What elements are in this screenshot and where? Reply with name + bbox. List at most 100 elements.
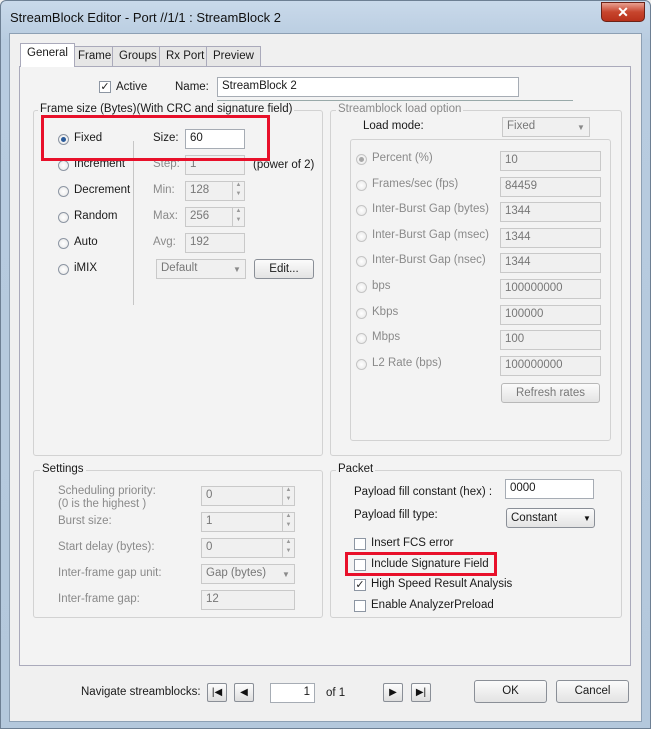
load-rate-label: Inter-Burst Gap (nsec)	[372, 254, 486, 267]
load-rate-label: Inter-Burst Gap (bytes)	[372, 203, 489, 216]
load-rate-value[interactable]: 10	[500, 151, 601, 171]
load-rate-radio[interactable]	[356, 358, 367, 370]
load-rate-value[interactable]: 100000	[500, 304, 601, 325]
title-bar[interactable]: StreamBlock Editor - Port //1/1 : Stream…	[1, 1, 650, 33]
load-rate-value[interactable]: 100	[500, 330, 601, 351]
previous-streamblock-button[interactable]: ◀	[234, 683, 254, 702]
priority-label: Scheduling priority:	[58, 485, 156, 497]
fill-type-dropdown-icon: ▼	[583, 514, 591, 523]
analyzer-preload-checkbox[interactable]	[354, 600, 366, 612]
load-rate-label: Frames/sec (fps)	[372, 177, 459, 190]
fill-type-select[interactable]: Constant	[506, 508, 595, 528]
load-rate-radio[interactable]	[356, 282, 367, 293]
insert-fcs-error-checkbox[interactable]	[354, 538, 366, 550]
min-spinner[interactable]: ▲ ▼	[232, 181, 244, 201]
load-rate-radio[interactable]	[356, 230, 367, 242]
fixed-size-highlight	[41, 115, 270, 161]
burst-size-spinner[interactable]: ▲ ▼	[282, 512, 294, 532]
fill-type-label: Payload fill type:	[354, 509, 438, 521]
ok-button[interactable]: OK	[474, 680, 547, 703]
load-rate-radio[interactable]	[356, 154, 367, 165]
high-speed-analysis-label: High Speed Result Analysis	[371, 578, 513, 590]
header-divider	[217, 100, 573, 101]
load-rate-label: Inter-Burst Gap (msec)	[372, 228, 489, 241]
cancel-button[interactable]: Cancel	[556, 680, 629, 703]
load-rate-label: Kbps	[372, 305, 399, 318]
streamblock-index-input[interactable]: 1	[270, 683, 315, 703]
random-radio[interactable]	[58, 212, 69, 223]
imix-dropdown-icon: ▼	[233, 265, 241, 274]
min-label: Min:	[153, 184, 175, 196]
inter-frame-gap-label: Inter-frame gap:	[58, 593, 140, 605]
tab-rx-port[interactable]: Rx Port	[159, 46, 212, 66]
decrement-radio[interactable]	[58, 186, 69, 197]
start-delay-spinner[interactable]: ▲ ▼	[282, 538, 294, 558]
load-rate-value[interactable]: 1344	[500, 227, 601, 248]
priority-spinner[interactable]: ▲ ▼	[282, 486, 294, 506]
load-rate-value[interactable]: 1344	[500, 202, 601, 223]
avg-label: Avg:	[153, 236, 176, 248]
gap-unit-dropdown-icon: ▼	[282, 570, 290, 579]
tab-preview[interactable]: Preview	[206, 46, 261, 66]
max-spinner[interactable]: ▲ ▼	[232, 207, 244, 227]
gap-unit-select[interactable]: Gap (bytes)	[201, 564, 295, 584]
load-rate-value[interactable]: 1344	[500, 253, 601, 274]
imix-edit-button[interactable]: Edit...	[254, 259, 314, 279]
packet-title: Packet	[336, 463, 376, 475]
name-input[interactable]: StreamBlock 2	[217, 77, 519, 97]
load-rate-radio[interactable]	[356, 307, 367, 319]
load-rate-value[interactable]: 100000000	[500, 355, 601, 376]
analyzer-preload-label: Enable AnalyzerPreload	[371, 599, 494, 611]
load-rate-label: Percent (%)	[372, 152, 433, 164]
dialog-body: General Frame Groups Rx Port Preview ✓ A…	[9, 33, 642, 722]
fill-constant-label: Payload fill constant (hex) :	[354, 486, 493, 498]
auto-radio[interactable]	[58, 238, 69, 249]
high-speed-analysis-checkbox[interactable]: ✓	[354, 579, 366, 591]
tab-groups[interactable]: Groups	[112, 46, 164, 66]
general-tab-panel: ✓ Active Name: StreamBlock 2 Frame size …	[19, 66, 631, 666]
burst-size-label: Burst size:	[58, 515, 112, 527]
priority-input[interactable]: 0	[201, 486, 295, 506]
gap-unit-label: Inter-frame gap unit:	[58, 567, 162, 579]
active-label: Active	[116, 81, 148, 93]
load-rate-radio[interactable]	[356, 179, 367, 191]
load-mode-label: Load mode:	[363, 120, 424, 132]
signature-field-highlight	[345, 552, 497, 576]
load-option-title: Streamblock load option	[336, 103, 464, 115]
first-streamblock-button[interactable]: |◀	[207, 683, 227, 702]
last-streamblock-button[interactable]: ▶|	[411, 683, 431, 702]
fill-constant-input[interactable]: 0000	[505, 479, 594, 499]
inter-frame-gap-input[interactable]: 12	[201, 590, 295, 610]
navigate-label: Navigate streamblocks:	[81, 686, 201, 698]
tab-general[interactable]: General	[20, 43, 75, 67]
streamblock-editor-window: StreamBlock Editor - Port //1/1 : Stream…	[0, 0, 651, 729]
increment-radio[interactable]	[58, 160, 69, 171]
imix-radio[interactable]	[58, 264, 69, 275]
next-streamblock-button[interactable]: ▶	[383, 683, 403, 702]
burst-size-input[interactable]: 1	[201, 512, 295, 532]
window-title: StreamBlock Editor - Port //1/1 : Stream…	[10, 10, 281, 25]
load-rate-label: Mbps	[372, 331, 401, 344]
load-mode-dropdown-icon: ▼	[577, 123, 585, 132]
random-label: Random	[74, 210, 118, 222]
insert-fcs-error-label: Insert FCS error	[371, 537, 454, 549]
priority-hint: (0 is the highest )	[58, 498, 147, 510]
refresh-rates-button[interactable]: Refresh rates	[501, 383, 600, 403]
max-label: Max:	[153, 210, 178, 222]
settings-title: Settings	[40, 463, 86, 475]
load-rate-label: L2 Rate (bps)	[372, 356, 442, 369]
frame-size-title: Frame size (Bytes)(With CRC and signatur…	[38, 103, 295, 115]
close-button[interactable]: ✕	[601, 2, 645, 22]
name-label: Name:	[175, 81, 209, 93]
avg-input[interactable]: 192	[185, 233, 245, 253]
active-checkbox[interactable]: ✓	[99, 81, 111, 93]
frame-size-divider	[133, 141, 134, 305]
load-rate-value[interactable]: 84459	[500, 176, 601, 197]
streamblock-count-label: of 1	[326, 687, 346, 699]
imix-label: iMIX	[74, 262, 97, 274]
load-rate-value[interactable]: 100000000	[500, 279, 601, 299]
auto-label: Auto	[74, 236, 98, 248]
start-delay-input[interactable]: 0	[201, 538, 295, 558]
decrement-label: Decrement	[74, 184, 131, 196]
load-rate-label: bps	[372, 280, 391, 292]
